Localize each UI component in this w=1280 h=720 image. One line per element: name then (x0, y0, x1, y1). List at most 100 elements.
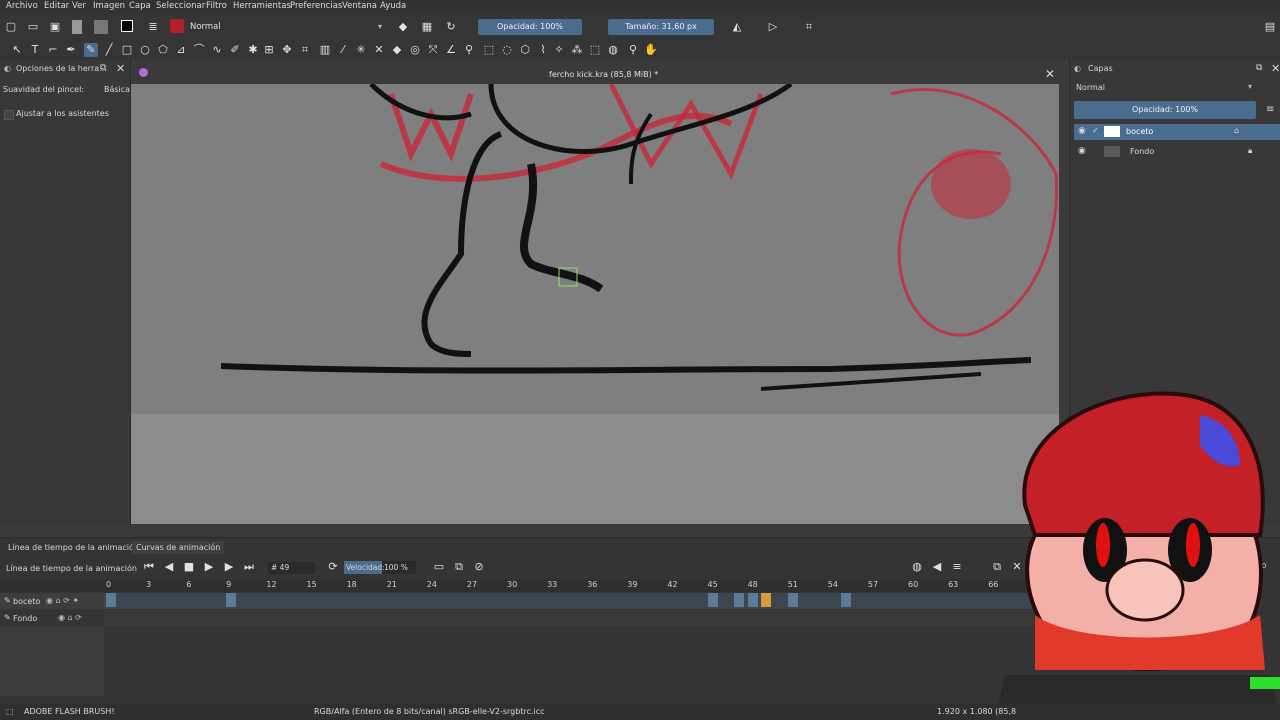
gradient-icon[interactable] (72, 20, 82, 34)
speed-field[interactable]: Velocidad: 100 % (344, 561, 416, 574)
save-icon[interactable]: ▣ (48, 20, 62, 34)
menu-archivo[interactable]: Archivo (6, 1, 38, 11)
layer-name[interactable]: Fondo (1130, 147, 1154, 156)
chevron-down-icon[interactable]: ▾ (1248, 82, 1252, 91)
text-tool-icon[interactable]: T (28, 43, 42, 57)
timeline-layer-row[interactable]: ✎ boceto ◉ ⌂ ⟳ ✦ (0, 593, 104, 609)
measure-tool-icon[interactable]: ∠ (444, 43, 458, 57)
freehand-select-icon[interactable]: ⌇ (536, 43, 550, 57)
eraser-icon[interactable]: ◆ (396, 20, 410, 34)
layer-row[interactable]: ◉ ✓ boceto ⌂ (1074, 124, 1280, 140)
keyframe[interactable] (747, 593, 758, 607)
reference-tool-icon[interactable]: ⚲ (462, 43, 476, 57)
close-document-icon[interactable]: ✕ (1045, 67, 1055, 81)
layer-blend-select[interactable]: Normal (1076, 83, 1105, 92)
last-frame-icon[interactable]: ⏭ (242, 560, 256, 574)
loop-icon[interactable]: ⟳ (326, 560, 340, 574)
reload-icon[interactable]: ↻ (444, 20, 458, 34)
fill-tool-icon[interactable]: ◆ (390, 43, 404, 57)
layer-opacity-field[interactable]: Opacidad: 100% (1074, 101, 1256, 119)
brush-settings-icon[interactable]: ≣ (146, 20, 160, 34)
first-frame-icon[interactable]: ⏮ (142, 560, 156, 574)
menu-herramientas[interactable]: Herramientas (233, 1, 291, 11)
brush-preset-icon[interactable] (170, 19, 184, 33)
duplicate-frame-icon[interactable]: ⧉ (452, 560, 466, 574)
transform-icon[interactable]: ⊞ (262, 43, 276, 57)
enclose-fill-icon[interactable]: ◎ (408, 43, 422, 57)
ellipse-select-icon[interactable]: ◌ (500, 43, 514, 57)
similar-select-icon[interactable]: ⁂ (570, 43, 584, 57)
menu-ver[interactable]: Ver (72, 1, 86, 11)
tab-timeline[interactable]: Línea de tiempo de la animación (8, 543, 139, 552)
float-icon[interactable]: ⧉ (1256, 63, 1262, 73)
select-shapes-icon[interactable]: ↖ (10, 43, 24, 57)
bezier-select-icon[interactable]: ⬚ (588, 43, 602, 57)
size-field[interactable]: Tamaño: 31,60 px (608, 19, 714, 35)
zoom-icon[interactable]: ⚲ (626, 43, 640, 57)
frames-track[interactable] (104, 593, 1034, 609)
keyframe[interactable] (226, 593, 237, 607)
menu-imagen[interactable]: Imagen (93, 1, 125, 11)
blend-mode-select[interactable]: Normal (190, 22, 221, 32)
onion-skin-icon[interactable]: ▭ (432, 560, 446, 574)
dynamic-brush-icon[interactable]: ✐ (228, 43, 242, 57)
bezier-tool-icon[interactable]: ⌒ (192, 43, 206, 57)
freehand-brush-icon[interactable]: ✎ (84, 43, 98, 57)
menu-ayuda[interactable]: Ayuda (380, 1, 406, 11)
keyframe[interactable] (787, 593, 798, 607)
keyframe[interactable] (760, 593, 771, 607)
remove-frame-icon[interactable]: ⊘ (472, 560, 486, 574)
chevron-down-icon[interactable]: ▾ (378, 22, 382, 31)
menu-editar[interactable]: Editar (44, 1, 69, 11)
timeline-layer-name[interactable]: Fondo (13, 614, 37, 623)
layer-menu-icon[interactable]: ≡ (1266, 104, 1274, 115)
pattern-icon[interactable] (94, 20, 108, 34)
workspace-icon[interactable]: ▤ (1263, 20, 1277, 34)
line-tool-icon[interactable]: ╱ (102, 43, 116, 57)
crop-tool-icon[interactable]: ⌗ (298, 43, 312, 57)
keyframe[interactable] (841, 593, 852, 607)
visibility-eye-icon[interactable]: ◉ (1078, 146, 1086, 156)
freehand-path-icon[interactable]: ∿ (210, 43, 224, 57)
assistant-tool-icon[interactable]: ⤧ (426, 43, 440, 57)
layer-name[interactable]: boceto (1126, 127, 1153, 136)
opacity-field[interactable]: Opacidad: 100% (478, 19, 582, 35)
next-frame-icon[interactable]: ▶ (222, 560, 236, 574)
frames-track[interactable] (104, 610, 1034, 626)
menu-filtro[interactable]: Filtro (206, 1, 227, 11)
edit-shapes-icon[interactable]: ⌐ (46, 43, 60, 57)
mirror-vertical-icon[interactable]: ▷ (766, 20, 780, 34)
layer-lock-icon[interactable]: ⌂ (1234, 126, 1239, 135)
audio-icon[interactable]: ◀ (930, 560, 944, 574)
polyline-tool-icon[interactable]: ⊿ (174, 43, 188, 57)
layer-row[interactable]: ◉ Fondo 🔒︎ (1074, 144, 1280, 160)
keyframe[interactable] (707, 593, 718, 607)
pan-icon[interactable]: ✋ (644, 43, 658, 57)
visibility-eye-icon[interactable]: ◉ ⌂ ⟳ ✦ (46, 596, 79, 605)
ellipse-tool-icon[interactable]: ○ (138, 43, 152, 57)
mirror-horizontal-icon[interactable]: ◭ (730, 20, 744, 34)
timeline-layer-row[interactable]: ✎ Fondo ◉ ⌂ ⟳ (0, 610, 104, 626)
menu-preferencias[interactable]: Preferencias (290, 1, 342, 11)
magnetic-select-icon[interactable]: ◍ (606, 43, 620, 57)
menu-seleccionar[interactable]: Seleccionar (156, 1, 205, 11)
color-picker-icon[interactable]: ⁄ (336, 43, 350, 57)
onion-settings-icon[interactable]: ◍ (910, 560, 924, 574)
timeline-layer-name[interactable]: boceto (13, 597, 40, 606)
contiguous-select-icon[interactable]: ✧ (552, 43, 566, 57)
lock-icon[interactable]: 🔒︎ (1248, 146, 1252, 156)
visibility-eye-icon[interactable]: ◉ (1078, 126, 1086, 136)
menu-ventana[interactable]: Ventana (342, 1, 377, 11)
visibility-eye-icon[interactable]: ◉ ⌂ ⟳ (58, 613, 82, 622)
frame-ruler[interactable]: 0 3 6 9 12 15 18 21 24 27 30 33 36 39 42 45 48 51 54 57 60 63… (0, 580, 1040, 592)
brush-name[interactable]: ADOBE FLASH BRUSH! (24, 707, 115, 716)
move-icon[interactable]: ✥ (280, 43, 294, 57)
polygon-select-icon[interactable]: ⬡ (518, 43, 532, 57)
new-document-icon[interactable]: ▢ (4, 20, 18, 34)
alpha-lock-icon[interactable]: ▦ (420, 20, 434, 34)
calligraphy-icon[interactable]: ✒ (64, 43, 78, 57)
menu-capa[interactable]: Capa (129, 1, 151, 11)
colorize-mask-icon[interactable]: ✳ (354, 43, 368, 57)
keyframe[interactable] (734, 593, 745, 607)
rectangle-tool-icon[interactable]: □ (120, 43, 134, 57)
